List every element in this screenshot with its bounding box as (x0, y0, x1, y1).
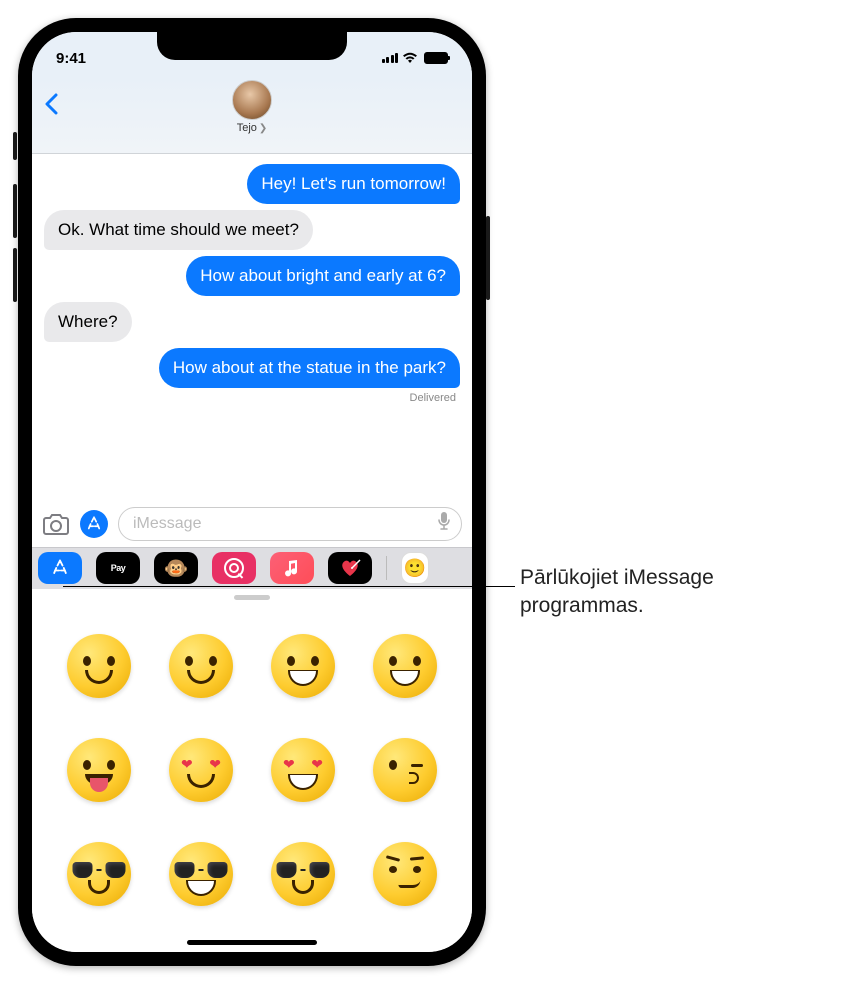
status-time: 9:41 (56, 50, 86, 67)
message-received[interactable]: Where? (44, 302, 132, 342)
app-drawer-images-icon[interactable] (212, 552, 256, 584)
app-drawer-separator (386, 556, 387, 580)
callout-text: Pārlūkojiet iMessage programmas. (520, 564, 810, 621)
battery-icon (424, 52, 448, 64)
volume-up-button[interactable] (13, 184, 17, 238)
message-sent[interactable]: How about bright and early at 6? (186, 256, 460, 296)
screen: 9:41 Te (32, 32, 472, 952)
sticker-sunglasses[interactable] (156, 828, 246, 920)
app-drawer[interactable]: Pay 🐵 🙂 (32, 547, 472, 589)
phone-frame: 9:41 Te (18, 18, 486, 966)
message-list[interactable]: Hey! Let's run tomorrow! Ok. What time s… (32, 154, 472, 501)
app-drawer-digital-touch-icon[interactable] (328, 552, 372, 584)
home-indicator[interactable] (187, 940, 317, 945)
sticker-grid[interactable]: ❤❤ ❤❤ (32, 602, 472, 953)
sticker-sunglasses[interactable] (258, 828, 348, 920)
callout-leader-line (63, 586, 515, 587)
app-drawer-animoji-icon[interactable]: 🐵 (154, 552, 198, 584)
back-button[interactable] (44, 80, 58, 120)
sticker-smile[interactable] (54, 620, 144, 712)
sticker-grin[interactable] (360, 620, 450, 712)
camera-button[interactable] (42, 512, 70, 536)
sticker-grin[interactable] (258, 620, 348, 712)
volume-down-button[interactable] (13, 248, 17, 302)
contact-avatar (232, 80, 272, 120)
contact-info[interactable]: Tejo ❯ (232, 80, 272, 134)
app-drawer-stickers-icon[interactable]: 🙂 (401, 552, 429, 584)
app-drawer-apple-pay-icon[interactable]: Pay (96, 552, 140, 584)
sticker-heart-eyes[interactable]: ❤❤ (258, 724, 348, 816)
sticker-kiss[interactable] (360, 724, 450, 816)
sticker-sunglasses[interactable] (54, 828, 144, 920)
wifi-icon (402, 52, 418, 64)
delivered-label: Delivered (410, 392, 456, 404)
app-drawer-store-icon[interactable] (38, 552, 82, 584)
compose-placeholder: iMessage (133, 515, 201, 533)
cellular-signal-icon (382, 53, 399, 63)
microphone-icon[interactable] (437, 511, 451, 536)
sticker-tongue[interactable] (54, 724, 144, 816)
apple-pay-label: Pay (111, 563, 126, 573)
compose-row: iMessage (32, 501, 472, 547)
status-right (382, 52, 449, 64)
message-sent[interactable]: Hey! Let's run tomorrow! (247, 164, 460, 204)
sticker-heart-eyes[interactable]: ❤❤ (156, 724, 246, 816)
app-drawer-music-icon[interactable] (270, 552, 314, 584)
message-sent[interactable]: How about at the statue in the park? (159, 348, 460, 388)
power-button[interactable] (486, 216, 490, 300)
notch (157, 32, 347, 60)
compose-input[interactable]: iMessage (118, 507, 462, 541)
drawer-handle-area (32, 589, 472, 602)
contact-name-row: Tejo ❯ (237, 122, 268, 134)
contact-name-label: Tejo (237, 122, 257, 134)
silence-switch[interactable] (13, 132, 17, 160)
message-received[interactable]: Ok. What time should we meet? (44, 210, 313, 250)
sticker-smirk[interactable] (360, 828, 450, 920)
drawer-handle[interactable] (234, 595, 270, 600)
conversation-header: Tejo ❯ (32, 76, 472, 154)
sticker-smile[interactable] (156, 620, 246, 712)
app-store-button[interactable] (80, 510, 108, 538)
chevron-right-icon: ❯ (259, 123, 267, 134)
